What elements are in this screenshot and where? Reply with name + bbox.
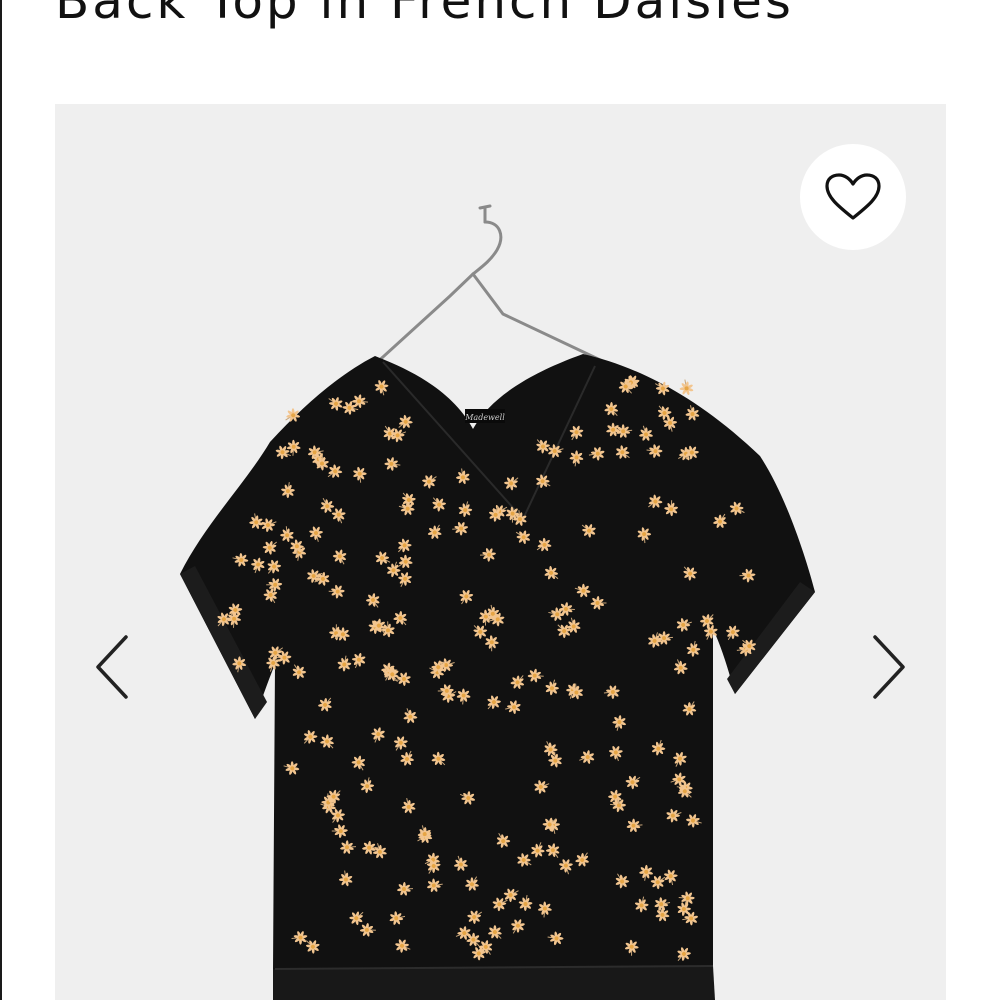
product-image: Madewell (180, 204, 815, 1000)
heart-outline-icon (825, 173, 881, 220)
hanger-icon (371, 204, 615, 368)
brand-label: Madewell (464, 413, 505, 422)
product-image-carousel[interactable]: Madewell (55, 104, 946, 1000)
chevron-right-icon (873, 635, 905, 699)
previous-image-button[interactable] (82, 622, 142, 712)
product-title: Back Top in French Daisies (55, 0, 794, 30)
product-page: Back Top in French Daisies Madewell (0, 0, 1000, 1000)
favorite-button[interactable] (800, 144, 906, 250)
next-image-button[interactable] (859, 622, 919, 712)
chevron-left-icon (96, 635, 128, 699)
daisy-motif (679, 379, 694, 396)
window-edge (0, 0, 2, 1000)
